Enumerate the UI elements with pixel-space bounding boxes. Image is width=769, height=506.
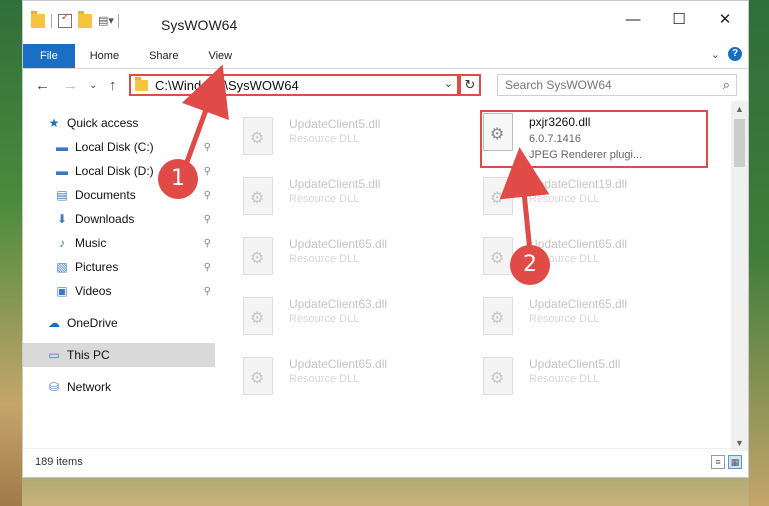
annotation-arrows <box>181 64 550 253</box>
step-2-badge: 2 <box>510 245 550 285</box>
step-1-badge: 1 <box>158 159 198 199</box>
arrow-to-selected-file <box>499 147 550 253</box>
arrow-to-address-bar <box>181 64 229 171</box>
